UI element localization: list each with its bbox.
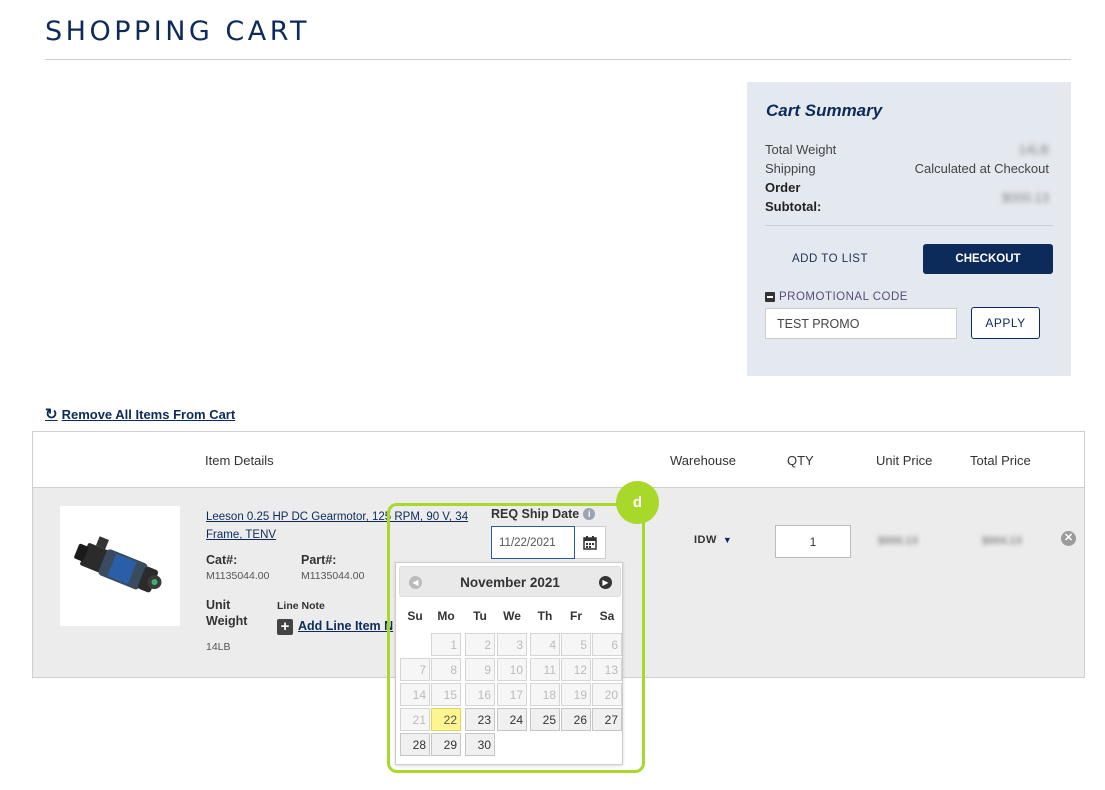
subtotal-row: Order Subtotal: $000.13 bbox=[765, 178, 1049, 216]
weekday-th: Th bbox=[537, 609, 553, 623]
remove-all-link[interactable]: ↻ Remove All Items From Cart bbox=[45, 405, 235, 423]
table-header: Item Details Warehouse QTY Unit Price To… bbox=[33, 432, 1084, 488]
calendar-day: 5 bbox=[561, 633, 591, 656]
unit-weight-value: 14LB bbox=[206, 641, 231, 653]
calendar-day: 17 bbox=[497, 683, 527, 706]
calendar-day: 1 bbox=[431, 633, 461, 656]
calendar-day[interactable]: 29 bbox=[431, 733, 461, 756]
plus-icon[interactable]: + bbox=[277, 619, 293, 635]
cat-value: M1135044.00 bbox=[206, 570, 270, 582]
next-month-icon[interactable]: ▶ bbox=[599, 576, 612, 589]
calendar-day[interactable]: 24 bbox=[497, 708, 527, 731]
calendar-day: 9 bbox=[465, 658, 495, 681]
weekday-tu: Tu bbox=[473, 609, 487, 623]
calendar-day: 10 bbox=[497, 658, 527, 681]
shipping-label: Shipping bbox=[765, 161, 816, 176]
datepicker-header: ◀ November 2021 ▶ bbox=[399, 566, 621, 597]
total-weight-value: 14LB bbox=[1018, 142, 1049, 157]
weekday-sa: Sa bbox=[599, 609, 615, 623]
remove-all-label: Remove All Items From Cart bbox=[61, 406, 236, 422]
total-price-value: $004.13 bbox=[982, 535, 1022, 547]
calendar-day[interactable]: 26 bbox=[561, 708, 591, 731]
part-label: Part#: bbox=[301, 553, 337, 567]
page-title: SHOPPING CART bbox=[45, 16, 311, 47]
promo-toggle[interactable]: PROMOTIONAL CODE bbox=[765, 291, 908, 303]
calendar-day[interactable]: 23 bbox=[465, 708, 495, 731]
promo-code-input[interactable]: TEST PROMO bbox=[765, 308, 957, 339]
add-to-list-button[interactable]: ADD TO LIST bbox=[765, 244, 895, 274]
promo-label: PROMOTIONAL CODE bbox=[779, 291, 908, 303]
calendar-day: 15 bbox=[431, 683, 461, 706]
unit-weight-label-line2: Weight bbox=[206, 614, 248, 628]
product-image[interactable] bbox=[60, 506, 180, 626]
datepicker: ◀ November 2021 ▶ Su Mo Tu We Th Fr Sa 1 2 3 4 5 6 7 8… bbox=[395, 562, 623, 765]
subtotal-value: $000.13 bbox=[1002, 190, 1049, 205]
calendar-day: 19 bbox=[561, 683, 591, 706]
calendar-day: 16 bbox=[465, 683, 495, 706]
cart-summary: Cart Summary Total Weight 14LB Shipping … bbox=[747, 82, 1071, 376]
header-item-details: Item Details bbox=[205, 453, 274, 468]
calendar-day[interactable]: 22 bbox=[431, 708, 461, 731]
calendar-day: 7 bbox=[400, 658, 430, 681]
header-unit-price: Unit Price bbox=[876, 453, 933, 468]
calendar-day[interactable]: 30 bbox=[465, 733, 495, 756]
header-total-price: Total Price bbox=[970, 453, 1031, 468]
calendar-day: 18 bbox=[530, 683, 560, 706]
weekday-mo: Mo bbox=[437, 609, 455, 623]
chevron-down-icon: ▼ bbox=[722, 535, 733, 545]
calendar-day: 3 bbox=[497, 633, 527, 656]
shipping-row: Shipping Calculated at Checkout bbox=[765, 161, 1049, 176]
calendar-day: 2 bbox=[465, 633, 495, 656]
total-weight-label: Total Weight bbox=[765, 142, 837, 157]
quantity-input[interactable]: 1 bbox=[775, 525, 851, 558]
calendar-day: 13 bbox=[592, 658, 622, 681]
refresh-icon: ↻ bbox=[45, 406, 58, 423]
calendar-day: 8 bbox=[431, 658, 461, 681]
calendar-day[interactable]: 28 bbox=[400, 733, 430, 756]
minus-icon bbox=[765, 292, 775, 302]
calendar-day: 11 bbox=[530, 658, 560, 681]
datepicker-month: November 2021 bbox=[460, 575, 560, 590]
part-value: M1135044.00 bbox=[301, 570, 365, 582]
line-note-label: Line Note bbox=[277, 600, 325, 612]
calendar-day[interactable]: 27 bbox=[592, 708, 622, 731]
warehouse-value: IDW bbox=[694, 534, 717, 546]
header-qty: QTY bbox=[787, 453, 814, 468]
calendar-day[interactable]: 25 bbox=[530, 708, 560, 731]
calendar-day: 14 bbox=[400, 683, 430, 706]
add-line-item-note-link[interactable]: Add Line Item N bbox=[298, 619, 393, 633]
unit-price-value: $000.13 bbox=[878, 535, 918, 547]
calendar-day: 20 bbox=[592, 683, 622, 706]
shipping-value: Calculated at Checkout bbox=[914, 161, 1049, 176]
calendar-day: 21 bbox=[400, 708, 430, 731]
header-warehouse: Warehouse bbox=[670, 453, 736, 468]
remove-item-icon[interactable]: ✕ bbox=[1061, 531, 1076, 546]
warehouse-select[interactable]: IDW ▼ bbox=[694, 534, 732, 546]
weekday-we: We bbox=[503, 609, 521, 623]
gearmotor-image bbox=[74, 536, 162, 593]
weekday-su: Su bbox=[407, 609, 423, 623]
calendar-day: 12 bbox=[561, 658, 591, 681]
unit-weight-label-line1: Unit bbox=[206, 598, 231, 612]
calendar-day: 4 bbox=[530, 633, 560, 656]
cart-summary-title: Cart Summary bbox=[766, 101, 883, 120]
cat-label: Cat#: bbox=[206, 553, 238, 567]
apply-button[interactable]: APPLY bbox=[971, 307, 1040, 339]
weekday-fr: Fr bbox=[570, 609, 582, 623]
title-divider bbox=[45, 59, 1071, 60]
summary-divider bbox=[765, 225, 1053, 226]
checkout-button[interactable]: CHECKOUT bbox=[923, 244, 1053, 274]
callout-badge: d bbox=[616, 481, 659, 524]
calendar-day: 6 bbox=[592, 633, 622, 656]
total-weight-row: Total Weight 14LB bbox=[765, 142, 1049, 157]
